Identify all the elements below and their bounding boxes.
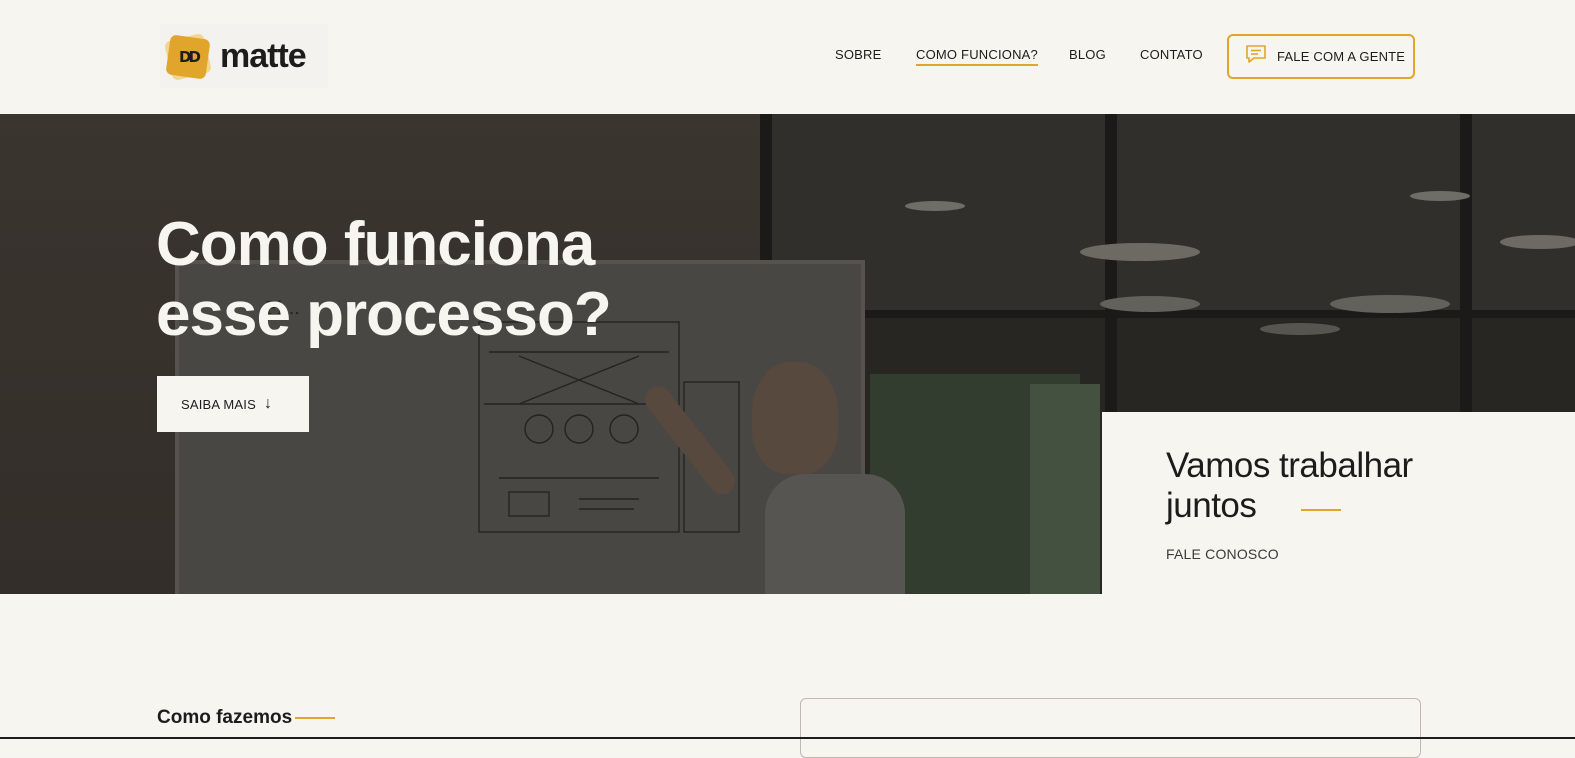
contact-cta-label: FALE COM A GENTE <box>1277 49 1406 64</box>
content-panel <box>800 698 1421 758</box>
work-together-title: Vamos trabalhar juntos <box>1166 446 1413 525</box>
contact-cta-button[interactable]: FALE COM A GENTE <box>1227 34 1415 79</box>
section-heading: Como fazemos <box>157 707 293 728</box>
fale-conosco-link[interactable]: FALE CONOSCO <box>1166 546 1279 562</box>
logo-mark-icon: DD <box>163 32 213 82</box>
brand-name: matte <box>220 36 307 75</box>
chat-bubble-icon <box>1245 44 1267 69</box>
site-header: DD matte SOBRE COMO FUNCIONA? BLOG CONTA… <box>0 0 1575 114</box>
section-accent-divider <box>295 717 335 719</box>
work-together-card: Vamos trabalhar juntos FALE CONOSCO <box>1102 412 1575 594</box>
accent-divider <box>1301 509 1341 511</box>
hero-title: Como funciona esse processo? <box>156 210 612 349</box>
arrow-down-icon: ↓ <box>263 395 272 412</box>
nav-item-como-funciona[interactable]: COMO FUNCIONA? <box>916 47 1038 66</box>
saiba-mais-label: SAIBA MAIS <box>181 396 256 412</box>
saiba-mais-button[interactable]: SAIBA MAIS ↓ <box>157 376 309 432</box>
nav-item-contato[interactable]: CONTATO <box>1140 47 1203 62</box>
nav-item-sobre[interactable]: SOBRE <box>835 47 882 62</box>
hero-section: Pl... Como funciona esse processo? SAIBA… <box>0 114 1575 594</box>
nav-item-blog[interactable]: BLOG <box>1069 47 1106 62</box>
brand-logo[interactable]: DD matte <box>160 24 328 88</box>
